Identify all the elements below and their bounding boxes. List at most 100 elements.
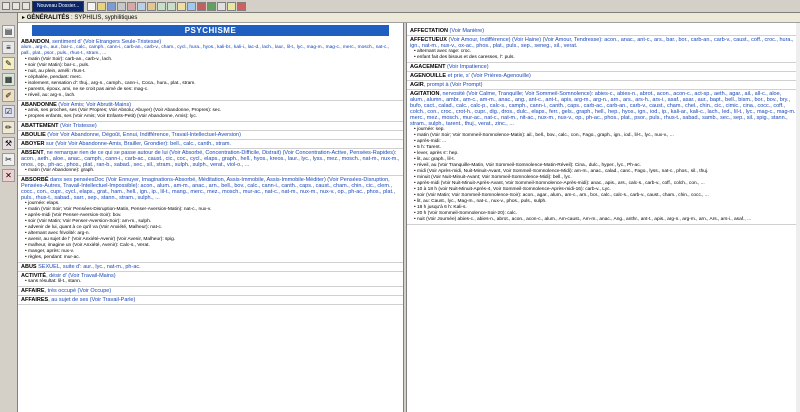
- left-tool-sidebar: ▤ ≡ ✎ ▦ ✐ ☑ ✏ ⚒ ✂ ✕: [0, 13, 18, 412]
- rubric-reference: (Voir Manière): [447, 28, 485, 34]
- folder-dropdown[interactable]: Nouveau Dossier...: [32, 0, 85, 12]
- rubric-title: ABATTEMENT: [21, 123, 59, 129]
- breadcrumb-sub: : SYPHILIS, syphilitiques: [69, 15, 138, 21]
- rubric-reference: , nervosité (Voir Calme, Tranquille; Voi…: [410, 91, 797, 127]
- sub-rubric[interactable]: propres enfants, ses (Voir Amis; Voir En…: [21, 114, 400, 120]
- rubric-agir[interactable]: AGIR, prompt à (Voir Prompt): [407, 81, 800, 90]
- sub-rubric[interactable]: sans résultat: lil-t., stann.: [21, 279, 400, 285]
- paste-icon[interactable]: [147, 1, 157, 11]
- rubric-abandonne[interactable]: ABANDONNE (Voir Amis; Voir Abrutit-Mains…: [18, 101, 403, 122]
- rubric-reference: (Voir Voir Abandonne, Dégoût, Ennui, Ind…: [45, 132, 241, 138]
- new-document-icon[interactable]: [87, 1, 97, 11]
- rubric-reference: , ne remarque rien de ce qui se passe au…: [21, 150, 400, 168]
- rubric-activit-[interactable]: ACTIVITÉ, désir d' (Voir Travail-Mains)s…: [18, 272, 403, 287]
- breadcrumb: ▸ GÉNÉRALITÉS : SYPHILIS, syphilitiques: [18, 13, 800, 23]
- rubric-reference: (Voir Tristesse): [58, 123, 97, 129]
- rubric-reference: SEXUEL, suite d': aur., lyc., nat-m., ph…: [36, 264, 141, 270]
- undo-icon[interactable]: [157, 1, 167, 11]
- close-icon[interactable]: [237, 1, 247, 11]
- open-icon[interactable]: [97, 1, 107, 11]
- rubric-head[interactable]: ABATTEMENT (Voir Tristesse): [21, 123, 400, 129]
- rubric-reference: , prompt à (Voir Prompt): [423, 82, 483, 88]
- rubric-reference: , très occupé (Voir Occupe): [44, 288, 112, 294]
- breadcrumb-main[interactable]: GÉNÉRALITÉS: [27, 15, 70, 21]
- rubric-aboyer[interactable]: ABOYER sur (Voir Voir Abandonne-Amis, Br…: [18, 140, 403, 149]
- rubric-head[interactable]: ABSORBÉ dans ses penséesDoc (Voir Ennuye…: [21, 177, 400, 201]
- rubric-reference: sur (Voir Voir Abandonne-Amis, Brailler,…: [44, 141, 231, 147]
- rubric-absorb-[interactable]: ABSORBÉ dans ses penséesDoc (Voir Ennuye…: [18, 176, 403, 263]
- help-icon[interactable]: [227, 1, 237, 11]
- rubric-head[interactable]: AFFECTATION (Voir Manière): [410, 28, 797, 34]
- rubric-head[interactable]: ABOYER sur (Voir Voir Abandonne-Amis, Br…: [21, 141, 400, 147]
- rubric-head[interactable]: AFFECTUEUX (Voir Amour, Indifférence) (V…: [410, 37, 797, 49]
- scrollbar[interactable]: [796, 23, 800, 412]
- pencil-icon[interactable]: ✐: [2, 89, 15, 102]
- rubric-head[interactable]: AGENOUILLE et prie, s' (Voir Prières-Age…: [410, 73, 797, 79]
- sub-rubric[interactable]: nuit (Voir Journée) abies-c., abies-n., …: [410, 217, 797, 223]
- rubric-title: AGIR: [410, 82, 424, 88]
- minimize-icon[interactable]: [12, 2, 20, 10]
- ruler-icon[interactable]: ✏: [2, 121, 15, 134]
- notes-icon[interactable]: ✎: [2, 57, 15, 70]
- rubric-affaires[interactable]: AFFAIRES, au sujet de ses (Voir Travail-…: [18, 296, 403, 305]
- rubric-title: AFFAIRE: [21, 288, 45, 294]
- rubric-head[interactable]: AFFAIRES, au sujet de ses (Voir Travail-…: [21, 297, 400, 303]
- rubric-head[interactable]: ABOULIE (Voir Voir Abandonne, Dégoût, En…: [21, 132, 400, 138]
- rubric-title: ABOYER: [21, 141, 45, 147]
- rubric-head[interactable]: ABSENT, ne remarque rien de ce qui se pa…: [21, 150, 400, 168]
- rubric-head[interactable]: AGIR, prompt à (Voir Prompt): [410, 82, 797, 88]
- rubric-aboulie[interactable]: ABOULIE (Voir Voir Abandonne, Dégoût, En…: [18, 131, 403, 140]
- left-column: PSYCHISME ABANDON, sentiment d' (Voir Et…: [18, 23, 403, 412]
- rubric-agitation[interactable]: AGITATION, nervosité (Voir Calme, Tranqu…: [407, 90, 800, 225]
- rubric-title: AGACEMENT: [410, 64, 446, 70]
- print-icon[interactable]: [117, 1, 127, 11]
- delete-icon[interactable]: ✕: [2, 169, 15, 182]
- rubric-affaire[interactable]: AFFAIRE, très occupé (Voir Occupe): [18, 287, 403, 296]
- rubric-title: ABUS: [21, 264, 37, 270]
- tools-icon[interactable]: ⚒: [2, 137, 15, 150]
- rubric-agenouille[interactable]: AGENOUILLE et prie, s' (Voir Prières-Age…: [407, 72, 800, 81]
- rubric-affectueux[interactable]: AFFECTUEUX (Voir Amour, Indifférence) (V…: [407, 36, 800, 63]
- right-column: AFFECTATION (Voir Manière) AFFECTUEUX (Vo…: [407, 23, 800, 412]
- rubric-abattement[interactable]: ABATTEMENT (Voir Tristesse): [18, 122, 403, 131]
- rubric-head[interactable]: AGACEMENT (Voir Impatience): [410, 64, 797, 70]
- chapters-icon[interactable]: ≡: [2, 41, 15, 54]
- repertory-view: PSYCHISME ABANDON, sentiment d' (Voir Et…: [18, 23, 800, 412]
- rubric-affectation[interactable]: AFFECTATION (Voir Manière): [407, 27, 800, 36]
- rubric-abus[interactable]: ABUS SEXUEL, suite d': aur., lyc., nat-m…: [18, 263, 403, 272]
- window-menu-icon[interactable]: [2, 2, 10, 10]
- rubric-reference: , au sujet de ses (Voir Travail-Parle): [48, 297, 136, 303]
- rubric-head[interactable]: ABUS SEXUEL, suite d': aur., lyc., nat-m…: [21, 264, 400, 270]
- cut-icon[interactable]: [127, 1, 137, 11]
- repertory-icon[interactable]: ▤: [2, 25, 15, 38]
- sub-rubric[interactable]: matin (Voir Abandonne): graph.: [21, 168, 400, 174]
- zoom-icon[interactable]: [187, 1, 197, 11]
- rubric-title: ABOULIE: [21, 132, 46, 138]
- copy-icon[interactable]: [137, 1, 147, 11]
- section-title: PSYCHISME: [32, 25, 389, 36]
- rubric-head[interactable]: AGITATION, nervosité (Voir Calme, Tranqu…: [410, 91, 797, 127]
- rubric-head[interactable]: AFFAIRE, très occupé (Voir Occupe): [21, 288, 400, 294]
- sub-rubric[interactable]: enfant fait des bisous et des caresses, …: [410, 55, 797, 61]
- sub-rubric[interactable]: règles, pendant: mur-ac.: [21, 255, 400, 261]
- save-icon[interactable]: [107, 1, 117, 11]
- toolbar: Nouveau Dossier...: [0, 0, 800, 13]
- checklist-icon[interactable]: ☑: [2, 105, 15, 118]
- rubric-title: AGENOUILLE: [410, 73, 447, 79]
- rubric-reference: (Voir Impatience): [445, 64, 489, 70]
- scissors-icon[interactable]: ✂: [2, 153, 15, 166]
- rubric-reference: et prie, s' (Voir Prières-Agenouille): [446, 73, 531, 79]
- rubric-remedies: alum., arg-n., aur., bar-c., calc., camp…: [21, 45, 390, 56]
- chart-icon[interactable]: [207, 1, 217, 11]
- restore-icon[interactable]: [22, 2, 30, 10]
- redo-icon[interactable]: [167, 1, 177, 11]
- rubric-agacement[interactable]: AGACEMENT (Voir Impatience): [407, 63, 800, 72]
- book-icon[interactable]: [197, 1, 207, 11]
- list-icon[interactable]: [217, 1, 227, 11]
- find-icon[interactable]: [177, 1, 187, 11]
- rubric-reference: (Voir Amour, Indifférence) (Voir Haine) …: [410, 37, 794, 49]
- analysis-icon[interactable]: ▦: [2, 73, 15, 86]
- sub-rubric[interactable]: réveil, au: arg-n., lach.: [21, 93, 400, 99]
- rubric-absent[interactable]: ABSENT, ne remarque rien de ce qui se pa…: [18, 149, 403, 176]
- rubric-abandon[interactable]: ABANDON, sentiment d' (Voir Etrangers Se…: [18, 38, 403, 101]
